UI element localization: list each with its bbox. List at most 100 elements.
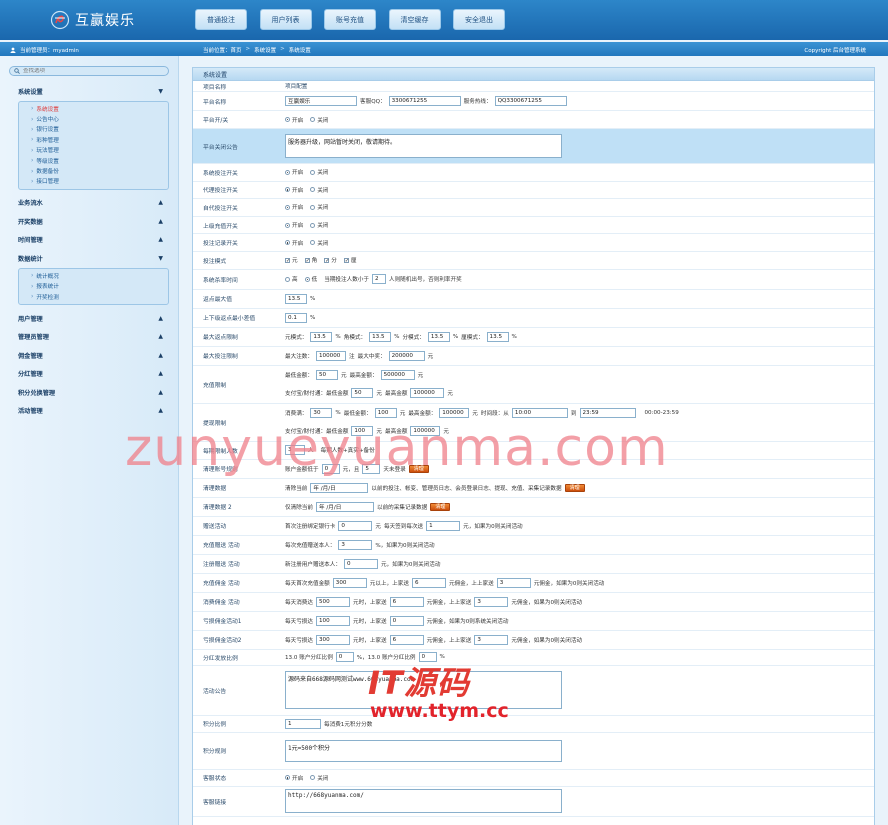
sidebar-item-overview[interactable]: › 统计概况 — [31, 271, 168, 281]
sidebar-item-announcements[interactable]: › 公告中心 — [31, 114, 168, 124]
recharge-min-input[interactable] — [315, 370, 338, 381]
rebate-yuan-input[interactable] — [310, 331, 333, 342]
menu-system-settings[interactable]: 系统设置 ▼ — [0, 82, 179, 101]
kill-rate-low-radio[interactable]: 低 — [304, 275, 317, 283]
withdraw-consume-input[interactable] — [310, 408, 333, 419]
menu-statistics[interactable]: 数据统计 ▼ — [0, 249, 179, 268]
sidebar-item-play-modes[interactable]: › 玩法管理 — [31, 145, 168, 155]
sidebar-item-reports[interactable]: › 报表统计 — [31, 281, 168, 291]
withdraw-min-input[interactable] — [374, 408, 397, 419]
sidebar-search-input[interactable] — [23, 68, 163, 74]
alipay-withdraw-min-input[interactable] — [351, 426, 374, 437]
consume-comm-parent-input[interactable] — [389, 596, 424, 607]
rebate-li-input[interactable] — [486, 331, 509, 342]
nav-user-list-button[interactable]: 用户列表 — [259, 9, 312, 30]
sidebar-item-lottery-types[interactable]: › 彩种管理 — [31, 135, 168, 145]
service-link-textarea[interactable]: http://668yuanma.com/ — [285, 788, 562, 813]
menu-activities[interactable]: 活动管理 ▲ — [0, 401, 179, 420]
bet-mode-yuan-checkbox[interactable]: ✓ 元 — [285, 256, 298, 264]
alipay-recharge-min-input[interactable] — [351, 388, 374, 399]
clean-data-date-input[interactable] — [310, 482, 369, 493]
loss2-comm-parent-input[interactable] — [389, 634, 424, 645]
withdraw-time-to-input[interactable] — [579, 408, 636, 419]
recharge-comm-parent-input[interactable] — [411, 577, 446, 588]
agent-bet-on-radio[interactable]: 开启 — [285, 186, 303, 194]
agent-bet-off-radio[interactable]: 关闭 — [310, 186, 328, 194]
clean-data2-button[interactable]: 清理 — [430, 502, 451, 511]
rebate-fen-input[interactable] — [427, 331, 450, 342]
recharge-comm-amount-input[interactable] — [332, 577, 367, 588]
recharge-comm-grandparent-input[interactable] — [496, 577, 531, 588]
consume-comm-amount-input[interactable] — [315, 596, 350, 607]
max-win-input[interactable] — [388, 350, 425, 361]
withdraw-time-from-input[interactable] — [511, 408, 568, 419]
menu-business-flow[interactable]: 业务流水 ▲ — [0, 194, 179, 213]
sidebar-item-draw-check[interactable]: › 开奖检测 — [31, 291, 168, 301]
system-bet-on-radio[interactable]: 开启 — [285, 168, 303, 176]
sidebar-item-bank-settings[interactable]: › 银行设置 — [31, 124, 168, 134]
alipay-withdraw-max-input[interactable] — [410, 426, 441, 437]
menu-user-management[interactable]: 用户管理 ▲ — [0, 309, 179, 328]
rebate-jiao-input[interactable] — [369, 331, 392, 342]
nav-normal-bet-button[interactable]: 普通投注 — [195, 9, 247, 30]
register-gift-input[interactable] — [343, 558, 378, 569]
breadcrumb-system[interactable]: 系统设置 — [254, 46, 276, 54]
bet-mode-jiao-checkbox[interactable]: ✓ 角 — [304, 256, 317, 264]
loss2-comm-grandparent-input[interactable] — [474, 634, 509, 645]
qq-input[interactable] — [388, 96, 461, 106]
rebate-max-input[interactable] — [285, 293, 307, 304]
alipay-recharge-max-input[interactable] — [410, 388, 445, 399]
bet-record-on-radio[interactable]: 开启 — [285, 239, 303, 247]
site-switch-on-radio[interactable]: 开启 — [285, 116, 303, 124]
max-bet-count-input[interactable] — [315, 350, 346, 361]
site-name-input[interactable] — [285, 96, 357, 106]
rebate-min-diff-input[interactable] — [285, 312, 307, 323]
bet-mode-fen-checkbox[interactable]: ✓ 分 — [324, 256, 337, 264]
menu-time-management[interactable]: 时间管理 ▲ — [0, 231, 179, 250]
loss-comm-parent-input[interactable] — [389, 615, 424, 626]
clean-data-button[interactable]: 清理 — [564, 483, 585, 492]
parent-recharge-on-radio[interactable]: 开启 — [285, 221, 303, 229]
activity-notice-textarea[interactable]: 源码来自668源码网测试www.668yuanma.com — [285, 671, 562, 710]
parent-recharge-off-radio[interactable]: 关闭 — [310, 221, 328, 229]
kill-rate-count-input[interactable] — [371, 274, 386, 285]
nav-logout-button[interactable]: 安全退出 — [453, 9, 505, 30]
withdraw-max-input[interactable] — [439, 408, 470, 419]
sidebar-item-api[interactable]: › 接口管理 — [31, 176, 168, 186]
recharge-max-input[interactable] — [380, 370, 415, 381]
kill-rate-high-radio[interactable]: 高 — [285, 275, 298, 283]
bet-record-off-radio[interactable]: 关闭 — [310, 239, 328, 247]
breadcrumb-home[interactable]: 当前位置：首页 — [203, 46, 242, 54]
guest-limit-input[interactable] — [285, 445, 305, 456]
sign-in-gift-input[interactable] — [426, 520, 461, 531]
hotline-input[interactable] — [494, 96, 567, 106]
nav-recharge-button[interactable]: 账号充值 — [324, 9, 376, 30]
sidebar-item-system-settings[interactable]: › 系统设置 — [31, 104, 168, 114]
menu-points-exchange[interactable]: 积分兑换管理 ▲ — [0, 383, 179, 402]
nav-clear-cache-button[interactable]: 清空缓存 — [388, 9, 441, 30]
self-agent-on-radio[interactable]: 开启 — [285, 203, 303, 211]
menu-draw-data[interactable]: 开奖数据 ▲ — [0, 212, 179, 231]
self-agent-off-radio[interactable]: 关闭 — [310, 203, 328, 211]
points-rule-textarea[interactable]: 1元=500个积分 — [285, 739, 562, 762]
service-on-radio[interactable]: 开启 — [285, 774, 303, 782]
points-ratio-input[interactable] — [285, 718, 321, 729]
menu-dividends[interactable]: 分红管理 ▲ — [0, 364, 179, 383]
sidebar-item-levels[interactable]: › 等级设置 — [31, 155, 168, 165]
dividend-ratio-2-input[interactable] — [418, 652, 437, 663]
clean-days-input[interactable] — [362, 463, 381, 474]
menu-admin-management[interactable]: 管理员管理 ▲ — [0, 327, 179, 346]
close-notice-textarea[interactable]: 服务器升级，网站暂时关闭，敬请期待。 — [285, 134, 562, 158]
clean-account-button[interactable]: 清理 — [408, 464, 429, 473]
service-off-radio[interactable]: 关闭 — [310, 774, 328, 782]
dividend-ratio-1-input[interactable] — [335, 652, 354, 663]
site-switch-off-radio[interactable]: 关闭 — [310, 116, 328, 124]
sidebar-item-backup[interactable]: › 数据备份 — [31, 166, 168, 176]
clean-data2-date-input[interactable] — [315, 501, 374, 512]
consume-comm-grandparent-input[interactable] — [474, 596, 509, 607]
bind-card-gift-input[interactable] — [338, 520, 373, 531]
recharge-gift-input[interactable] — [338, 539, 373, 550]
loss2-comm-amount-input[interactable] — [315, 634, 350, 645]
menu-commission[interactable]: 佣金管理 ▲ — [0, 346, 179, 365]
loss-comm-amount-input[interactable] — [315, 615, 350, 626]
